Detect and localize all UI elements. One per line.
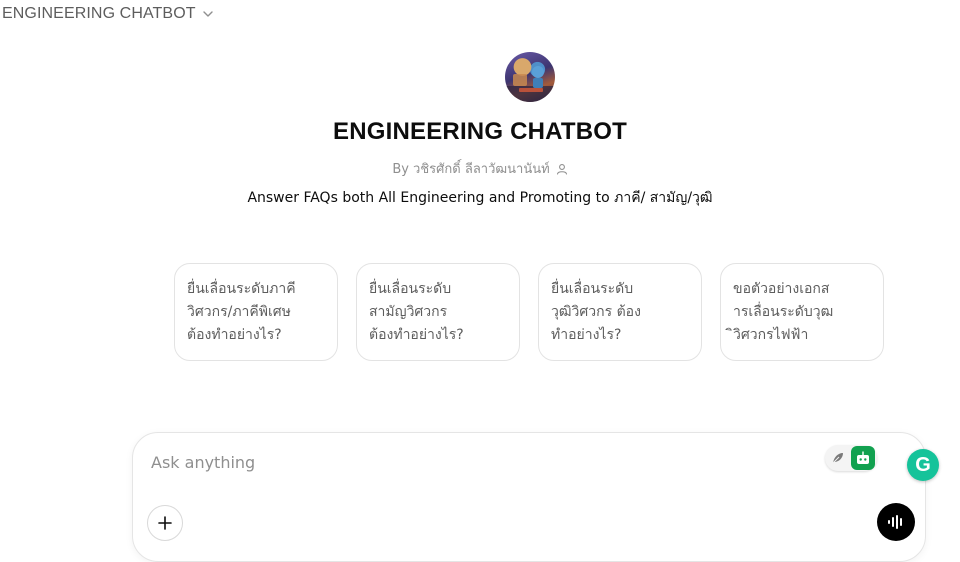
- grammarly-icon[interactable]: G: [907, 449, 939, 481]
- gpt-selector-label: ENGINEERING CHATBOT: [2, 5, 196, 22]
- voice-mode-button[interactable]: [877, 503, 915, 541]
- extension-pill[interactable]: [825, 445, 877, 471]
- voice-mode-icon: [888, 515, 902, 529]
- conversation-starters: ยื่นเลื่อนระดับภาคี วิศวกร/ภาคีพิเศษ ต้อ…: [174, 263, 884, 361]
- gpt-avatar: [505, 52, 555, 102]
- byline-text: By วชิรศักดิ์ ลีลาวัฒนานันท์: [392, 162, 550, 177]
- attach-button[interactable]: [147, 505, 183, 541]
- gpt-name: ENGINEERING CHATBOT: [332, 118, 628, 145]
- starter-card-4[interactable]: ขอตัวอย่างเอกส ารเลื่อนระดับวุฒ ิวิศวกรไ…: [720, 263, 884, 361]
- plus-icon: [158, 516, 172, 530]
- message-composer: [132, 432, 926, 562]
- starter-card-2[interactable]: ยื่นเลื่อนระดับ สามัญวิศวกร ต้องทำอย่างไ…: [356, 263, 520, 361]
- chevron-down-icon: [202, 11, 213, 17]
- gpt-description: Answer FAQs both All Engineering and Pro…: [247, 190, 713, 206]
- leaf-icon[interactable]: [825, 445, 851, 471]
- gpt-selector[interactable]: ENGINEERING CHATBOT: [2, 3, 214, 25]
- message-input[interactable]: [149, 447, 793, 477]
- starter-card-3[interactable]: ยื่นเลื่อนระดับ วุฒิวิศวกร ต้อง ทำอย่างไ…: [538, 263, 702, 361]
- grammarly-letter: G: [915, 453, 931, 476]
- bot-icon[interactable]: [851, 446, 875, 470]
- starter-card-1[interactable]: ยื่นเลื่อนระดับภาคี วิศวกร/ภาคีพิเศษ ต้อ…: [174, 263, 338, 361]
- gpt-byline: By วชิรศักดิ์ ลีลาวัฒนานันท์: [0, 158, 960, 179]
- person-icon: [556, 163, 567, 175]
